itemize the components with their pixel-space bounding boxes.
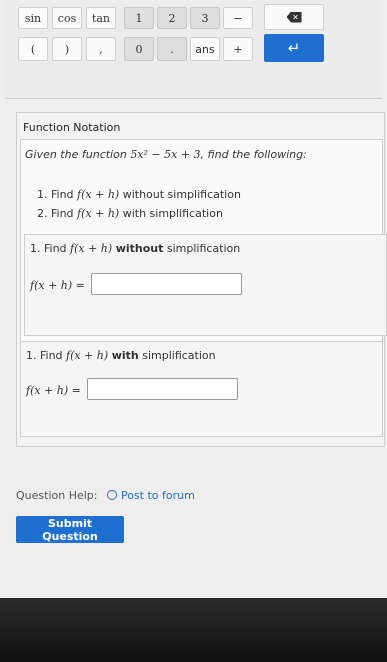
plus-key[interactable]: + xyxy=(223,37,253,61)
enter-icon: ↵ xyxy=(287,39,301,57)
answer-label: f(x + h) = xyxy=(30,279,85,292)
part-heading: 1. Find f(x + h) with simplification xyxy=(26,349,216,362)
given-statement-box: Given the function 5x² − 5x + 3, find th… xyxy=(20,139,387,344)
digit-0-key[interactable]: 0 xyxy=(124,37,154,61)
function-expression: 5x² − 5x + 3 xyxy=(130,148,201,161)
answer-input-without-simplification[interactable] xyxy=(91,273,242,295)
digit-3-key[interactable]: 3 xyxy=(190,7,220,29)
question-help: Question Help: Post to forum xyxy=(16,489,195,502)
given-statement: Given the function 5x² − 5x + 3, find th… xyxy=(25,148,307,161)
open-paren-key[interactable]: ( xyxy=(18,37,48,61)
minus-key[interactable]: − xyxy=(223,7,253,29)
backspace-icon: ✕ xyxy=(286,11,302,23)
close-paren-key[interactable]: ) xyxy=(52,37,82,61)
tan-key[interactable]: tan xyxy=(86,7,116,29)
part-without-simplification: 1. Find f(x + h) without simplification … xyxy=(24,234,387,336)
task-list: 1. Find f(x + h) without simplification … xyxy=(37,185,241,223)
comma-key[interactable]: , xyxy=(86,37,116,61)
part-with-simplification: 1. Find f(x + h) with simplification f(x… xyxy=(20,341,383,437)
part-heading: 1. Find f(x + h) without simplification xyxy=(30,242,241,255)
backspace-key[interactable]: ✕ xyxy=(264,4,324,30)
question-help-label: Question Help: xyxy=(16,489,98,502)
answer-label: f(x + h) = xyxy=(26,384,81,397)
digit-1-key[interactable]: 1 xyxy=(124,7,154,29)
cos-key[interactable]: cos xyxy=(52,7,82,29)
question-panel: Function Notation Given the function 5x²… xyxy=(16,112,387,447)
answer-input-with-simplification[interactable] xyxy=(87,378,238,400)
enter-key[interactable]: ↵ xyxy=(264,34,324,62)
math-keypad: sin cos tan 1 2 3 − ✕ ( ) , 0 . ans + ↵ xyxy=(5,0,382,99)
submit-question-button[interactable]: Submit Question xyxy=(16,516,124,543)
bottom-bezel xyxy=(0,598,387,662)
forum-icon xyxy=(106,490,117,500)
post-to-forum-link[interactable]: Post to forum xyxy=(121,489,195,502)
ans-key[interactable]: ans xyxy=(190,37,220,61)
list-item: 2. Find f(x + h) with simplification xyxy=(37,207,223,220)
digit-2-key[interactable]: 2 xyxy=(157,7,187,29)
decimal-key[interactable]: . xyxy=(157,37,187,61)
list-item: 1. Find f(x + h) without simplification xyxy=(37,188,241,201)
sin-key[interactable]: sin xyxy=(18,7,48,29)
question-title: Function Notation xyxy=(23,121,121,134)
